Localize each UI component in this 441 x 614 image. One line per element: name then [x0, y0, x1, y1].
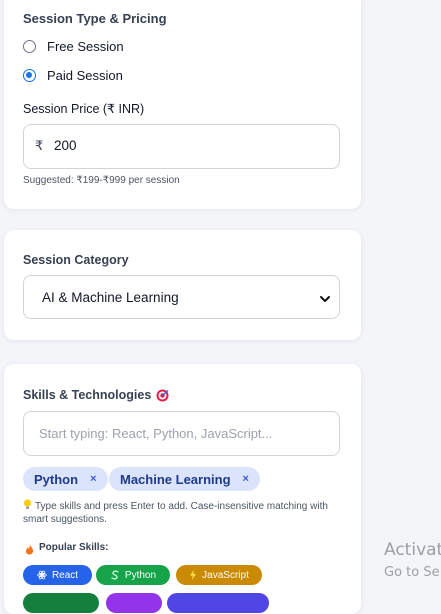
- skills-tip-text: Type skills and press Enter to add. Case…: [23, 501, 328, 525]
- bolt-icon: [189, 570, 197, 580]
- popular-skills-label: Popular Skills:: [39, 542, 109, 553]
- skill-tag-python: Python ×: [23, 467, 108, 491]
- remove-tag-icon[interactable]: ×: [243, 473, 249, 485]
- paid-session-option[interactable]: Paid Session: [23, 68, 123, 83]
- snake-icon: [110, 570, 120, 580]
- popular-skill-label: React: [51, 569, 79, 581]
- skills-section-title: Skills & Technologies: [23, 388, 152, 402]
- activation-watermark-subtitle: Go to Se: [384, 565, 440, 580]
- pricing-card: Session Type & Pricing Free Session Paid…: [4, 0, 361, 209]
- popular-skills-header: Popular Skills:: [25, 542, 109, 555]
- category-section-title: Session Category: [23, 253, 129, 267]
- target-icon: [156, 389, 169, 402]
- lightbulb-icon: [23, 499, 32, 510]
- activation-watermark-title: Activat: [384, 540, 441, 560]
- remove-tag-icon[interactable]: ×: [90, 473, 96, 485]
- popular-skill-javascript[interactable]: JavaScript: [176, 565, 262, 585]
- price-value: 200: [54, 138, 77, 153]
- skill-tag-machine-learning: Machine Learning ×: [109, 467, 260, 491]
- price-input[interactable]: ₹ 200: [23, 124, 340, 169]
- chevron-down-icon: [319, 291, 331, 302]
- popular-skill-python[interactable]: Python: [96, 565, 170, 585]
- fire-icon: [25, 542, 34, 555]
- skills-input[interactable]: Start typing: React, Python, JavaScript.…: [23, 411, 340, 456]
- paid-session-label: Paid Session: [47, 68, 123, 83]
- skills-card: Skills & Technologies Start typing: Reac…: [4, 364, 361, 614]
- category-card: Session Category AI & Machine Learning: [4, 230, 361, 340]
- skills-section-header: Skills & Technologies: [23, 388, 169, 402]
- skill-tag-label: Python: [34, 471, 79, 487]
- free-session-label: Free Session: [47, 39, 124, 54]
- popular-skill-label: JavaScript: [202, 569, 249, 581]
- popular-skill-partial[interactable]: [167, 593, 269, 613]
- price-suggestion: Suggested: ₹199-₹999 per session: [23, 175, 180, 186]
- popular-skill-react[interactable]: React: [23, 565, 92, 585]
- category-select[interactable]: AI & Machine Learning: [23, 275, 340, 319]
- popular-skill-label: Python: [124, 569, 157, 581]
- free-session-option[interactable]: Free Session: [23, 39, 124, 54]
- atom-icon: [37, 570, 47, 580]
- free-session-radio[interactable]: [23, 40, 36, 53]
- category-selected-value: AI & Machine Learning: [42, 290, 179, 305]
- paid-session-radio[interactable]: [23, 69, 36, 82]
- popular-skill-partial[interactable]: [23, 593, 99, 613]
- pricing-section-title: Session Type & Pricing: [23, 11, 167, 26]
- skill-tag-label: Machine Learning: [120, 471, 231, 487]
- popular-skill-partial[interactable]: [106, 593, 162, 613]
- currency-symbol: ₹: [35, 138, 44, 153]
- price-field-label: Session Price (₹ INR): [23, 102, 145, 116]
- skills-input-placeholder: Start typing: React, Python, JavaScript.…: [39, 426, 273, 441]
- skills-tip: Type skills and press Enter to add. Case…: [23, 499, 335, 526]
